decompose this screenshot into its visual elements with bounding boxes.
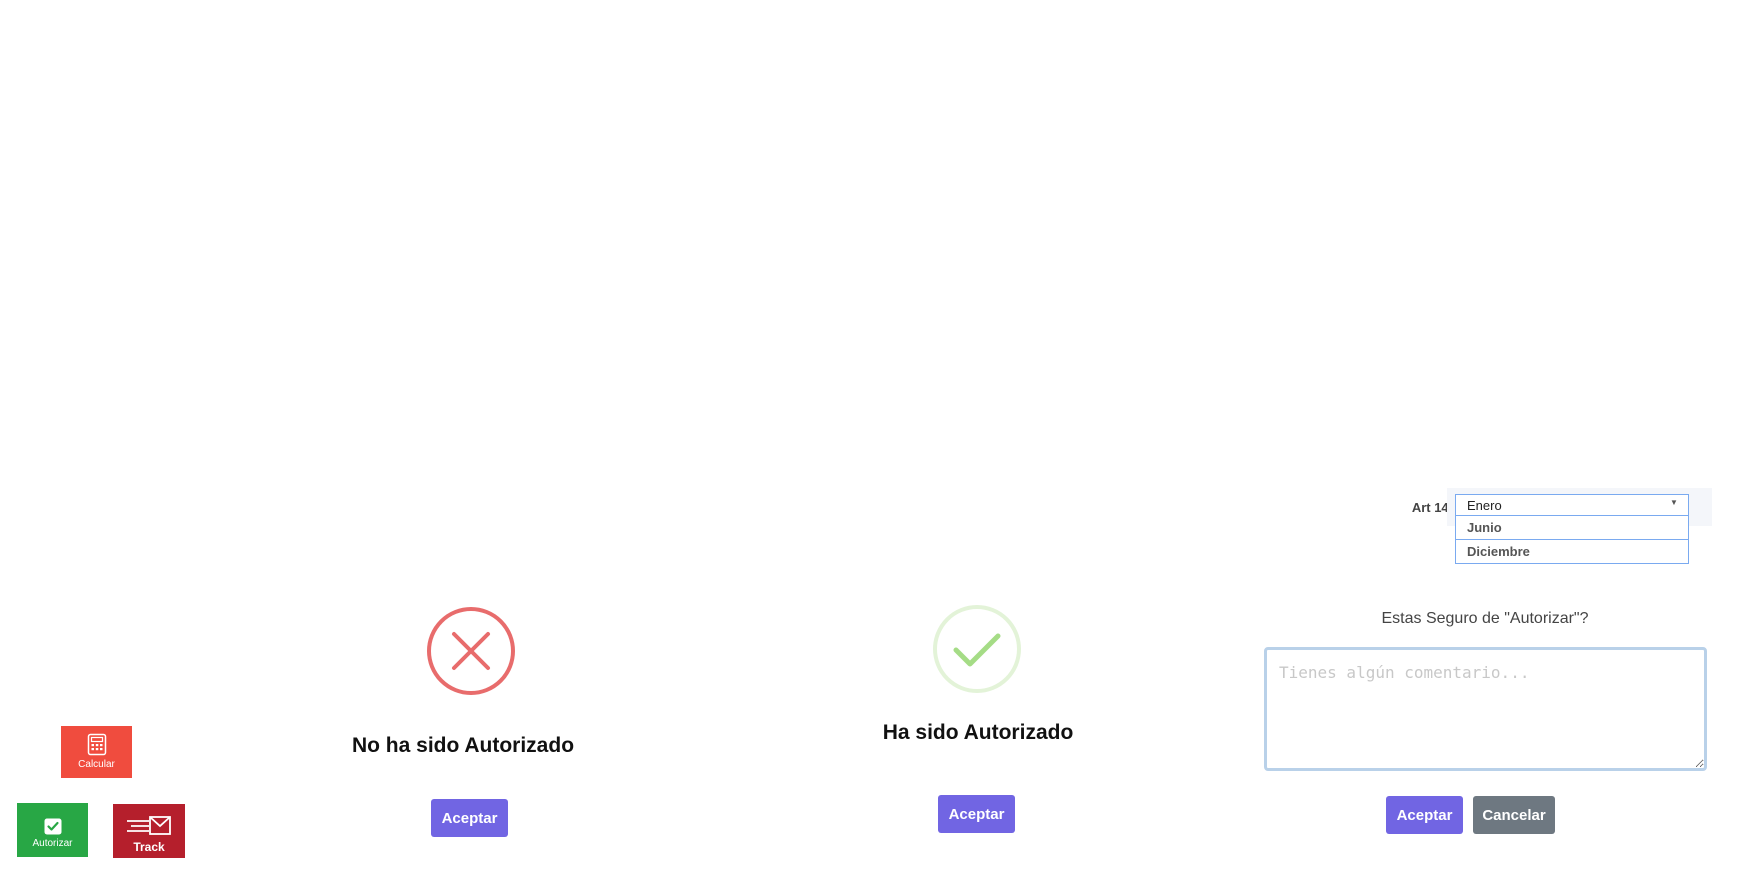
error-dialog-title: No ha sido Autorizado: [351, 734, 575, 757]
track-label: Track: [133, 840, 165, 854]
success-dialog-title: Ha sido Autorizado: [882, 721, 1074, 744]
calcular-tile[interactable]: Calcular: [61, 726, 132, 778]
cancel-button[interactable]: Cancelar: [1473, 796, 1555, 834]
comment-textarea[interactable]: [1264, 647, 1707, 771]
checkbox-icon: [44, 818, 62, 838]
check-circle-icon: [932, 604, 1022, 699]
x-circle-icon: [426, 606, 516, 701]
autorizar-label: Autorizar: [32, 838, 73, 849]
track-tile[interactable]: Track: [113, 804, 185, 858]
confirm-accept-button[interactable]: Aceptar: [1386, 796, 1463, 834]
calcular-label: Calcular: [78, 759, 115, 770]
art14-select[interactable]: Enero: [1455, 494, 1689, 516]
success-accept-button[interactable]: Aceptar: [938, 795, 1015, 833]
mail-send-icon: [125, 816, 173, 840]
autorizar-tile[interactable]: Autorizar: [17, 803, 88, 857]
error-accept-button[interactable]: Aceptar: [431, 799, 508, 837]
art14-option-diciembre[interactable]: Diciembre: [1455, 540, 1689, 564]
confirm-question: Estas Seguro de "Autorizar"?: [1381, 610, 1589, 627]
chevron-down-icon[interactable]: ▼: [1670, 498, 1678, 507]
art14-option-junio[interactable]: Junio: [1455, 516, 1689, 540]
calculator-icon: [87, 733, 107, 759]
art14-label: Art 14:: [1411, 500, 1453, 515]
